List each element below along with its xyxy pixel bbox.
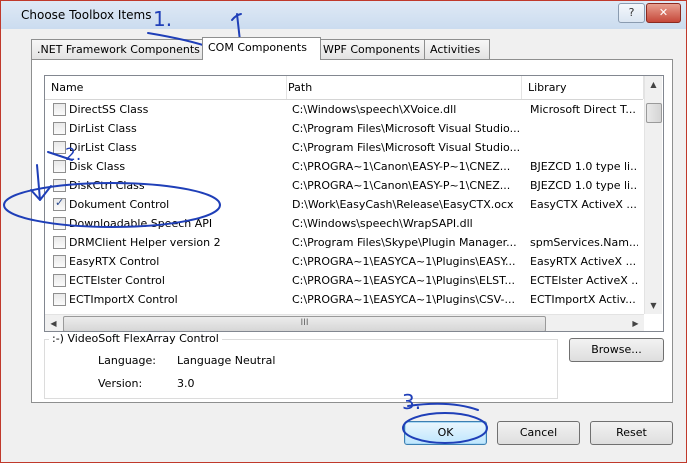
row-checkbox[interactable] [53,179,66,192]
item-name: Dokument Control [69,198,170,211]
list-item[interactable]: ECTImportX Control C:\PROGRA~1\EASYCA~1\P… [45,290,643,309]
item-library [530,121,638,136]
column-header-library[interactable]: Library [522,76,644,99]
help-icon: ? [628,6,635,19]
row-checkbox[interactable] [53,103,66,116]
version-value: 3.0 [177,377,195,390]
close-icon: ✕ [658,6,669,19]
item-path: C:\PROGRA~1\Canon\EASY-P~1\CNEZ... [292,160,511,173]
item-library: EasyRTX ActiveX ... [530,255,637,268]
row-checkbox[interactable] [53,141,66,154]
reset-button[interactable]: Reset [590,421,673,445]
row-checkbox[interactable] [53,255,66,268]
item-name: Disk Class [69,160,126,173]
item-name: DirectSS Class [69,103,149,116]
item-library: ECTElster ActiveX ... [530,274,638,287]
list-item[interactable]: Downloadable Speech API C:\Windows\speech… [45,214,643,233]
row-checkbox[interactable] [53,293,66,306]
item-name: Downloadable Speech API [69,217,213,230]
row-checkbox[interactable] [53,236,66,249]
list-item[interactable]: DRMClient Helper version 2 C:\Program Fil… [45,233,643,252]
row-checkbox[interactable] [53,196,66,211]
window-title: Choose Toolbox Items [21,8,152,22]
language-value: Language Neutral [177,354,276,367]
column-header-path[interactable]: Path [282,76,522,99]
row-checkbox[interactable] [53,217,66,230]
list-item[interactable]: DirectSS Class C:\Windows\speech\XVoice.d… [45,100,643,119]
scroll-down-icon[interactable]: ▼ [645,297,662,314]
components-list[interactable]: Name Path Library DirectSS Class C:\Windo… [44,75,664,332]
item-library [530,140,638,155]
item-path: D:\Work\EasyCash\Release\EasyCTX.ocx [292,198,514,211]
version-label: Version: [98,377,143,390]
com-components-panel: Name Path Library DirectSS Class C:\Windo… [31,59,673,403]
item-path: C:\PROGRA~1\EASYCA~1\Plugins\EASY... [292,255,516,268]
scroll-up-icon[interactable]: ▲ [645,76,662,93]
list-item[interactable]: DiskCtrl Class C:\PROGRA~1\Canon\EASY-P~1… [45,176,643,195]
close-button[interactable]: ✕ [646,3,681,23]
item-name: ECTElster Control [69,274,165,287]
item-path: C:\Windows\speech\XVoice.dll [292,103,457,116]
browse-button[interactable]: Browse... [569,338,664,362]
item-name: ECTImportX Control [69,293,178,306]
list-item[interactable]: Disk Class C:\PROGRA~1\Canon\EASY-P~1\CNE… [45,157,643,176]
choose-toolbox-items-dialog: Choose Toolbox Items ? ✕ .NET Framework … [0,0,687,463]
item-library: BJEZCD 1.0 type li... [530,160,638,173]
help-button[interactable]: ? [618,3,645,23]
column-header-name[interactable]: Name [45,76,287,99]
scroll-left-icon[interactable]: ◀ [45,315,62,331]
selected-item-details: :-) VideoSoft FlexArray Control Language… [44,332,558,399]
title-bar[interactable]: Choose Toolbox Items ? ✕ [1,1,686,29]
item-library [530,216,638,231]
language-label: Language: [98,354,156,367]
row-checkbox[interactable] [53,122,66,135]
item-path: C:\PROGRA~1\EASYCA~1\Plugins\ELST... [292,274,515,287]
item-library: spmServices.Nam... [530,236,638,249]
item-name: EasyRTX Control [69,255,160,268]
item-name: DirList Class [69,141,137,154]
tab-net-framework-components[interactable]: .NET Framework Components [31,39,203,59]
list-item[interactable]: DirList Class C:\Program Files\Microsoft … [45,138,643,157]
list-item[interactable]: DirList Class C:\Program Files\Microsoft … [45,119,643,138]
item-path: C:\Windows\speech\WrapSAPI.dll [292,217,473,230]
vertical-scrollbar[interactable]: ▲ ▼ [644,76,662,314]
horizontal-scroll-thumb[interactable]: III [63,316,546,331]
item-name: DirList Class [69,122,137,135]
item-path: C:\Program Files\Skype\Plugin Manager... [292,236,517,249]
scroll-grip-icon: III [300,318,309,328]
row-checkbox[interactable] [53,274,66,287]
list-item[interactable]: ECTElster Control C:\PROGRA~1\EASYCA~1\Pl… [45,271,643,290]
item-library: ECTImportX Activ... [530,293,636,306]
item-name: DiskCtrl Class [69,179,145,192]
tab-com-components[interactable]: COM Components [202,37,321,60]
list-item[interactable]: Dokument Control D:\Work\EasyCash\Release… [45,195,643,214]
item-path: C:\PROGRA~1\Canon\EASY-P~1\CNEZ... [292,179,511,192]
item-library: BJEZCD 1.0 type li... [530,179,638,192]
cancel-button[interactable]: Cancel [497,421,580,445]
horizontal-scrollbar[interactable]: ◀ III ▶ [45,314,644,331]
ok-button[interactable]: OK [404,421,487,445]
tab-activities[interactable]: Activities [424,39,490,59]
scroll-right-icon[interactable]: ▶ [627,315,644,331]
item-library: Microsoft Direct T... [530,103,636,116]
list-item[interactable]: EasyRTX Control C:\PROGRA~1\EASYCA~1\Plug… [45,252,643,271]
item-path: C:\Program Files\Microsoft Visual Studio… [292,141,521,154]
details-legend: :-) VideoSoft FlexArray Control [49,332,222,345]
item-library: EasyCTX ActiveX ... [530,198,637,211]
row-checkbox[interactable] [53,160,66,173]
item-path: C:\Program Files\Microsoft Visual Studio… [292,122,521,135]
vertical-scroll-thumb[interactable] [646,103,662,123]
list-header: Name Path Library [45,76,644,100]
item-name: DRMClient Helper version 2 [69,236,221,249]
item-path: C:\PROGRA~1\EASYCA~1\Plugins\CSV-... [292,293,516,306]
tab-wpf-components[interactable]: WPF Components [317,39,426,59]
